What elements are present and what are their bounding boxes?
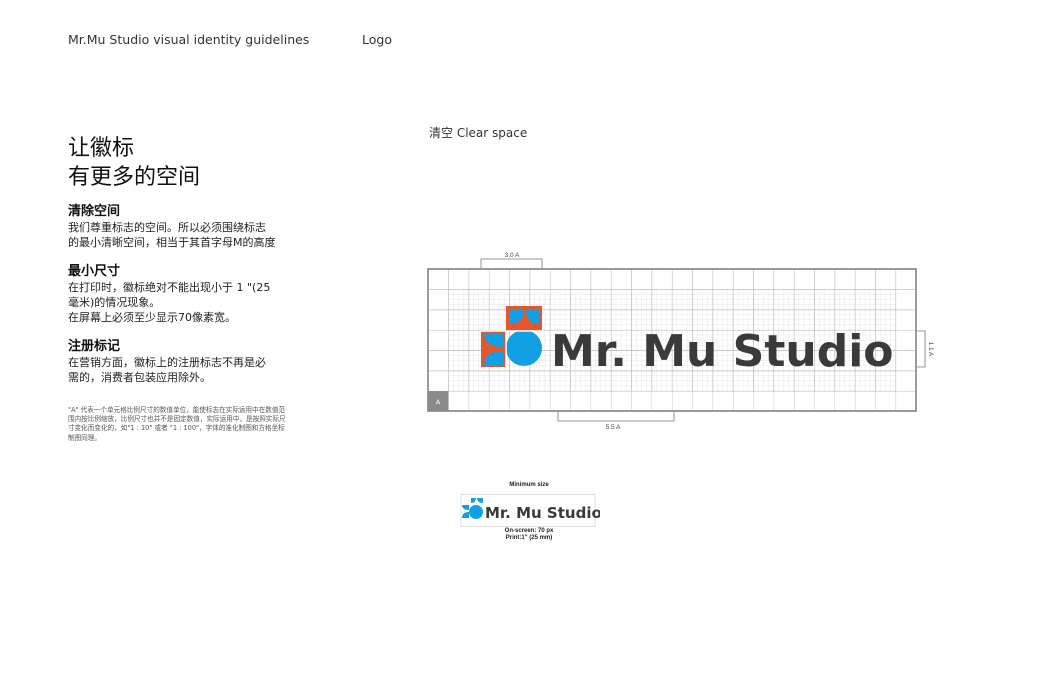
section-heading: 清除空间 <box>68 204 121 219</box>
minimum-size-logo: Mr. Mu Studio <box>460 494 600 527</box>
logo-wordmark: Mr. Mu Studio <box>551 326 894 377</box>
mini-logo-mark <box>462 498 483 519</box>
page-headline: 让徽标 有更多的空间 <box>68 134 200 192</box>
section-line: 在打印时，徽标绝对不能出现小于 1 "(25 <box>68 281 271 294</box>
mini-logo-wordmark: Mr. Mu Studio <box>485 504 600 522</box>
section-line: 的最小清晰空间，相当于其首字母M的高度 <box>68 236 276 249</box>
minimum-size-print: Print:1" (25 mm) <box>505 535 553 541</box>
section-body: 在营销方面，徽标上的注册标志不再是必 需的，消费者包装应用除外。 <box>68 355 266 385</box>
dim-top-label: 3.0 A <box>505 252 520 259</box>
section-name: Logo <box>362 32 392 47</box>
dim-right-label: 1.1 A <box>927 342 934 357</box>
section-line: 在营销方面，徽标上的注册标志不再是必 <box>68 356 266 369</box>
headline-line-1: 让徽标 <box>68 136 135 161</box>
section-line: 我们尊重标志的空间。所以必须围绕标志 <box>68 221 266 234</box>
minimum-size-screen: On-screen: 70 px <box>504 528 554 534</box>
section-minimum-size: 最小尺寸 在打印时，徽标绝对不能出现小于 1 "(25 毫米)的情况现象。 在屏… <box>68 264 270 325</box>
clear-space-diagram: A 3.0 A 5.5 A 1.1 A Mr. Mu Studio <box>427 252 934 431</box>
section-line: 毫米)的情况现象。 <box>68 296 161 309</box>
section-heading: 最小尺寸 <box>68 264 121 279</box>
section-clear-space: 清除空间 我们尊重标志的空间。所以必须围绕标志 的最小清晰空间，相当于其首字母M… <box>68 204 276 250</box>
dim-bottom-label: 5.5 A <box>606 424 621 431</box>
clear-space-caption: 清空 Clear space <box>429 126 528 140</box>
guidelines-title: Mr.Mu Studio visual identity guidelines <box>68 32 310 47</box>
unit-cell-label: A <box>436 400 441 407</box>
dim-top-bracket <box>480 258 543 268</box>
section-body: 在打印时，徽标绝对不能出现小于 1 "(25 毫米)的情况现象。 在屏幕上必须至… <box>68 280 270 325</box>
section-heading: 注册标记 <box>68 339 121 354</box>
dim-right-bracket <box>917 330 926 368</box>
section-body: 我们尊重标志的空间。所以必须围绕标志 的最小清晰空间，相当于其首字母M的高度 <box>68 220 276 250</box>
section-registration-mark: 注册标记 在营销方面，徽标上的注册标志不再是必 需的，消费者包装应用除外。 <box>68 339 266 385</box>
minimum-size-title: Minimum size <box>509 482 549 488</box>
footnote: "A" 代表一个单元格比例尺寸的数值单位，能使标志在实际运用中在数值范围内按比例… <box>68 406 286 442</box>
headline-line-2: 有更多的空间 <box>68 165 201 190</box>
section-line: 在屏幕上必须至少显示70像素宽。 <box>68 311 236 324</box>
section-line: 需的，消费者包装应用除外。 <box>68 371 211 384</box>
dim-bottom-bracket <box>557 412 675 422</box>
